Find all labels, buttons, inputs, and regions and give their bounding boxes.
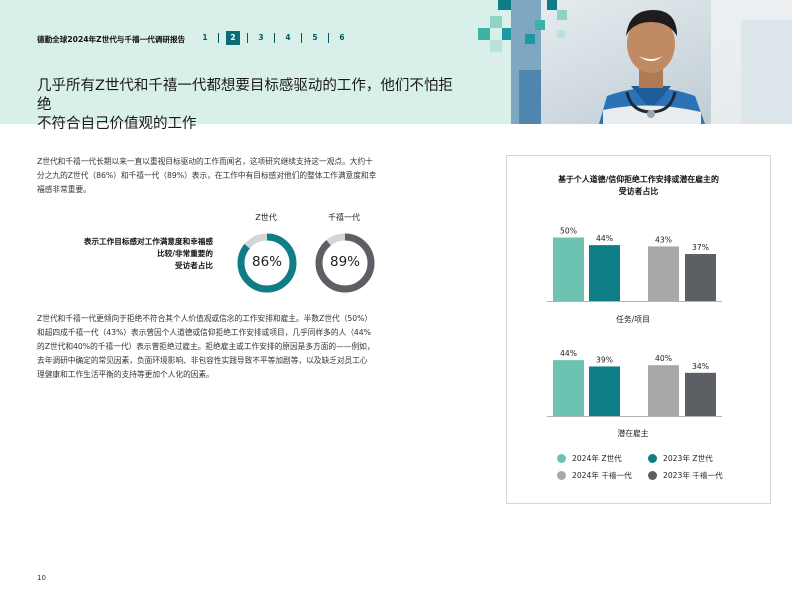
pager-divider — [301, 33, 302, 43]
paragraph-line: 福感非常重要。 — [37, 185, 91, 194]
page-number: 10 — [37, 574, 46, 582]
headline-line-2: 不符合自己价值观的工作 — [37, 116, 197, 132]
report-title: 德勤全球2024年Z世代与千禧一代调研报告 — [37, 35, 186, 44]
bar-value-label: 34% — [692, 362, 709, 371]
legend-label: 2024年 千禧一代 — [572, 471, 632, 480]
paragraph-line: Z世代和千禧一代更倾向于拒绝不符合其个人价值观或信念的工作安排和雇主。半数Z世代… — [37, 314, 373, 323]
headline-line-1: 几乎所有Z世代和千禧一代都想要目标感驱动的工作，他们不怕拒绝 — [37, 78, 453, 113]
pager-divider — [247, 33, 248, 43]
page-link-6[interactable]: 6 — [333, 31, 351, 45]
legend-swatch — [648, 471, 657, 480]
mosaic-tile — [490, 16, 502, 28]
mosaic-tile — [478, 28, 490, 40]
pager-divider — [274, 33, 275, 43]
legend-item: 2024年 Z世代 — [557, 453, 622, 464]
legend-swatch — [648, 454, 657, 463]
bar-value-label: 44% — [560, 349, 577, 358]
bar-value-label: 44% — [596, 234, 613, 243]
page-link-5[interactable]: 5 — [306, 31, 324, 45]
bar — [648, 365, 679, 416]
donut-label-line: 受访者占比 — [175, 261, 213, 270]
bar — [589, 366, 620, 416]
chart-card: 基于个人道德/信仰拒绝工作安排或潜在雇主的 受访者占比 50% 44% 43% 37%… — [506, 155, 771, 504]
bar — [553, 360, 584, 416]
bar-value-label: 39% — [596, 355, 613, 364]
mosaic-tile — [502, 28, 511, 40]
bar — [589, 245, 620, 301]
bar-value-label: 50% — [560, 227, 577, 236]
donut-label-line: 表示工作目标感对工作满意度和幸福感 — [83, 237, 213, 246]
pager-divider — [328, 33, 329, 43]
page-link-2[interactable]: 2 — [226, 31, 240, 45]
mosaic-tile — [490, 40, 502, 52]
hero-photo — [511, 0, 792, 124]
millennial-donut-value: 89% — [329, 254, 360, 270]
bar-value-label: 40% — [655, 354, 672, 363]
legend-label: 2023年 Z世代 — [663, 454, 713, 463]
nurse-illustration — [511, 0, 792, 124]
page-link-1[interactable]: 1 — [196, 31, 214, 45]
pager-divider — [218, 33, 219, 43]
legend-swatch — [557, 471, 566, 480]
page-navigation: 1 2 3 4 5 6 — [196, 31, 351, 45]
category-label: 潜在雇主 — [617, 428, 648, 438]
donut-description: 表示工作目标感对工作满意度和幸福感 比较/非常重要的 受访者占比 — [48, 236, 213, 272]
page-link-4[interactable]: 4 — [279, 31, 297, 45]
paragraph-line: 分之九的Z世代（86%）和千禧一代（89%）表示，在工作中有目标感对他们的整体工… — [37, 171, 377, 180]
millennial-label: 千禧一代 — [328, 213, 360, 222]
paragraph-line: 的Z世代和40%的千禧一代）表示曾拒绝过雇主。拒绝雇主或工作安排的原因是多方面的… — [37, 342, 375, 351]
paragraph-line: 去年调研中确定的常见因素，负面环境影响、非包容性实践导致不平等加剧等，以及缺乏对… — [37, 356, 368, 365]
page-headline: 几乎所有Z世代和千禧一代都想要目标感驱动的工作，他们不怕拒绝 不符合自己价值观的… — [37, 77, 467, 134]
bar-value-label: 43% — [655, 235, 672, 244]
bar-value-label: 37% — [692, 243, 709, 252]
legend-item: 2023年 千禧一代 — [648, 470, 723, 481]
bar — [685, 372, 716, 416]
paragraph-line: 理健康和工作生活平衡的支持等更加个人化的因素。 — [37, 370, 214, 379]
intro-paragraph: Z世代和千禧一代长期以来一直以重视目标驱动的工作而闻名，这项研究继续支持这一观点… — [37, 155, 467, 197]
mosaic-tile — [498, 0, 511, 10]
legend-item: 2023年 Z世代 — [648, 453, 713, 464]
header-band: 德勤全球2024年Z世代与千禧一代调研报告 1 2 3 4 5 6 几乎所有Z世… — [0, 0, 792, 132]
legend-swatch — [557, 454, 566, 463]
paragraph-line: 和超四成千禧一代（43%）表示曾因个人道德或信仰拒绝工作安排或项目，几乎同样多的… — [37, 328, 371, 337]
legend-label: 2024年 Z世代 — [572, 454, 622, 463]
category-label: 任务/项目 — [616, 314, 650, 324]
bar — [685, 254, 716, 301]
paragraph-line: Z世代和千禧一代长期以来一直以重视目标驱动的工作而闻名，这项研究继续支持这一观点… — [37, 157, 373, 166]
bar — [648, 246, 679, 301]
page-link-3[interactable]: 3 — [252, 31, 270, 45]
gen-z-donut-value: 86% — [251, 254, 282, 270]
legend-label: 2023年 千禧一代 — [663, 471, 723, 480]
gen-z-label: Z世代 — [255, 213, 277, 222]
bar-chart: 50% 44% 43% 37% 任务/项目 44% 39% 40% 34% 潜在雇主 — [547, 227, 722, 438]
bar — [553, 237, 584, 301]
donut-label-line: 比较/非常重要的 — [157, 249, 213, 258]
detail-paragraph: Z世代和千禧一代更倾向于拒绝不符合其个人价值观或信念的工作安排和雇主。半数Z世代… — [37, 312, 467, 382]
legend-item: 2024年 千禧一代 — [557, 470, 632, 481]
